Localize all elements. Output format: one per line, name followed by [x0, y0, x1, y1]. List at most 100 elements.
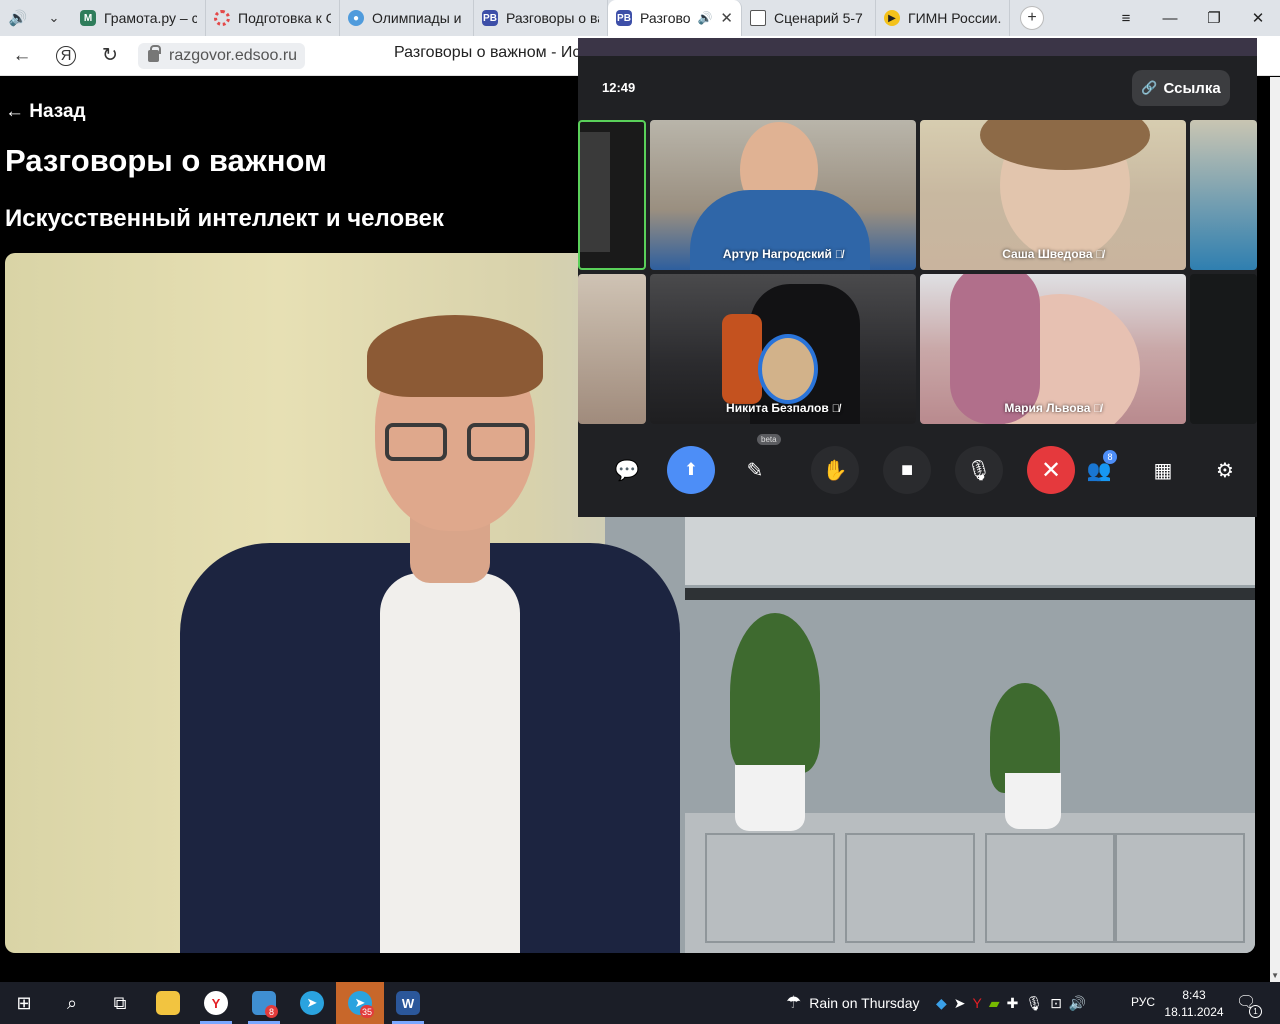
network-icon[interactable]: ⊡ — [1050, 995, 1062, 1012]
participant-tile[interactable] — [1190, 274, 1257, 424]
back-link[interactable]: ← Назад — [5, 101, 86, 123]
tray-app-icon[interactable]: ◆ — [936, 995, 947, 1012]
participants-button[interactable]: 👥 8 — [1075, 446, 1123, 494]
close-tab-icon[interactable]: ✕ — [720, 9, 733, 27]
menu-icon[interactable]: ≡ — [1104, 0, 1148, 36]
close-window-icon[interactable]: ✕ — [1236, 0, 1280, 36]
tab-razgovory[interactable]: РВ Разговоры о ва — [474, 0, 608, 36]
layout-button[interactable]: ▦ — [1139, 446, 1187, 494]
tab-olympiads[interactable]: ● Олимпиады и — [340, 0, 474, 36]
video-plant — [730, 613, 820, 773]
restore-icon[interactable]: ❐ — [1192, 0, 1236, 36]
chat-button[interactable]: 💬 — [603, 446, 651, 494]
camera-icon: ■ — [900, 458, 914, 481]
yandex-logo-icon[interactable]: Я — [44, 36, 88, 76]
video-pot — [735, 765, 805, 831]
participant-tile[interactable]: Никита Безпалов 🎙̸ — [650, 274, 916, 424]
participant-name: Мария Львова 🎙̸ — [1004, 401, 1102, 415]
windows-taskbar: ⊞ ⌕ ⧉ Y 8 ➤ ➤ 35 W ☂ Rain on Thursday ◆ … — [0, 982, 1280, 1024]
microphone-button[interactable]: 🎙 — [955, 446, 1003, 494]
telegram-icon: ➤ — [300, 991, 324, 1015]
copy-link-button[interactable]: 🔗 Ссылка — [1132, 70, 1230, 106]
participant-tile[interactable] — [578, 274, 646, 424]
settings-button[interactable]: ⚙ — [1201, 446, 1249, 494]
participant-tile[interactable] — [1190, 120, 1257, 270]
microphone-icon: 🎙 — [966, 459, 992, 482]
tab-podgotovka[interactable]: Подготовка к С — [206, 0, 340, 36]
tabs-dropdown-chevron-icon[interactable]: ⌄ — [36, 0, 72, 36]
gaming-chair-accent — [722, 314, 762, 404]
participant-tile[interactable]: Саша Шведова 🎙̸ — [920, 120, 1186, 270]
system-clock[interactable]: 8:43 18.11.2024 — [1162, 987, 1226, 1021]
participant-name: Никита Безпалов 🎙̸ — [726, 401, 840, 415]
raise-hand-button[interactable]: ✋ — [811, 446, 859, 494]
tab-anthem[interactable]: ▶ ГИМН России. — [876, 0, 1010, 36]
tray-grid-icon[interactable]: ✚ — [1007, 995, 1019, 1012]
call-controls: 💬 ⬆ beta ✎ ✋ ■ 🎙 ✕ 👥 8 ▦ ⚙ — [578, 434, 1257, 494]
nvidia-icon[interactable]: ▰ — [989, 995, 1000, 1012]
page-scrollbar[interactable]: ▼ — [1270, 77, 1280, 982]
weather-widget[interactable]: ☂ Rain on Thursday — [786, 982, 920, 1024]
call-top-strip[interactable] — [578, 38, 1257, 56]
telegram-tray-icon[interactable]: ➤ — [954, 995, 966, 1012]
notification-count: 1 — [1249, 1005, 1262, 1018]
mic-off-icon: 🎙̸ — [831, 403, 840, 415]
participant-tile[interactable] — [578, 120, 646, 270]
speaker-icon[interactable]: 🔊 — [0, 0, 36, 36]
page-subheading: Искусственный интеллект и человек — [5, 205, 444, 232]
call-time: 12:49 — [602, 80, 636, 95]
scroll-down-arrow-icon[interactable]: ▼ — [1271, 971, 1279, 980]
circle-icon — [214, 10, 230, 26]
tile-content — [580, 132, 610, 252]
participant-tile[interactable]: Мария Львова 🎙̸ — [920, 274, 1186, 424]
app-with-badge-button[interactable]: 8 — [240, 982, 288, 1024]
notification-badge: 35 — [359, 1005, 374, 1018]
screen-share-icon: ⬆ — [683, 460, 699, 479]
back-arrow-icon[interactable]: ← — [0, 36, 44, 76]
search-button[interactable]: ⌕ — [48, 982, 96, 1024]
whiteboard-button[interactable]: beta ✎ — [731, 434, 781, 494]
page-title-text: Разговоры о важном - Ис — [394, 44, 581, 61]
participant-face — [758, 334, 818, 404]
reload-icon[interactable]: ↻ — [88, 36, 132, 76]
close-icon: ✕ — [1040, 456, 1062, 484]
notifications-button[interactable]: 🗨 1 — [1236, 992, 1262, 1018]
tab-razgovor-active[interactable]: РВ Разговор 🔊 ✕ — [608, 0, 742, 36]
microphone-tray-icon[interactable]: 🎙 — [1025, 995, 1043, 1012]
participants-count-badge: 8 — [1103, 450, 1117, 464]
new-tab-plus-icon[interactable]: + — [1020, 6, 1044, 30]
tab-gramota[interactable]: M Грамота.ру – с — [72, 0, 206, 36]
page-heading: Разговоры о важном — [5, 143, 327, 178]
minimize-icon[interactable]: — — [1148, 0, 1192, 36]
video-person-hair — [367, 315, 543, 397]
telegram-active-button[interactable]: ➤ 35 — [336, 982, 384, 1024]
chat-icon: 💬 — [614, 459, 640, 482]
document-icon — [750, 10, 766, 26]
search-icon: ⌕ — [66, 992, 78, 1013]
beta-badge: beta — [757, 434, 781, 445]
yandex-tray-icon[interactable]: Y — [973, 995, 982, 1011]
telegram-button[interactable]: ➤ — [288, 982, 336, 1024]
whiteboard-icon: ✎ — [746, 459, 764, 482]
input-language[interactable]: РУС — [1131, 995, 1155, 1009]
volume-icon[interactable]: 🔊 — [1069, 995, 1086, 1012]
umbrella-icon: ☂ — [786, 993, 802, 1012]
hang-up-button[interactable]: ✕ — [1027, 446, 1075, 494]
rv-icon: РВ — [482, 10, 498, 26]
yandex-browser-button[interactable]: Y — [192, 982, 240, 1024]
video-call-window: 12:49 🔗 Ссылка Артур Нагродский 🎙̸ Саша Ш… — [578, 38, 1257, 517]
camera-button[interactable]: ■ — [883, 446, 931, 494]
url-field[interactable]: razgovor.edsoo.ru — [138, 42, 306, 69]
video-person-shirt — [380, 573, 520, 953]
participant-name: Саша Шведова 🎙̸ — [1002, 247, 1104, 261]
task-view-button[interactable]: ⧉ — [96, 982, 144, 1024]
video-shelf-line — [685, 588, 1255, 600]
participant-name: Артур Нагродский 🎙̸ — [722, 247, 844, 261]
tab-scenario[interactable]: Сценарий 5-7 — [742, 0, 876, 36]
file-explorer-button[interactable] — [144, 982, 192, 1024]
word-button[interactable]: W — [384, 982, 432, 1024]
participant-tile[interactable]: Артур Нагродский 🎙̸ — [650, 120, 916, 270]
screen-share-button[interactable]: ⬆ — [667, 446, 715, 494]
video-cabinet-door — [1115, 833, 1245, 943]
start-button[interactable]: ⊞ — [0, 982, 48, 1024]
